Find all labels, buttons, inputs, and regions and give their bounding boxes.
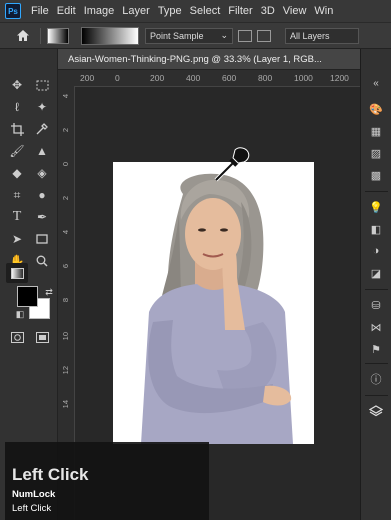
menu-layer[interactable]: Layer (118, 5, 154, 17)
info-icon[interactable]: ⓘ (368, 371, 384, 387)
color-palette-icon[interactable]: 🎨 (368, 101, 384, 117)
menu-file[interactable]: File (27, 5, 53, 17)
screen-mode-icon[interactable] (31, 327, 53, 347)
document-canvas[interactable] (113, 162, 314, 444)
layers-mode-value: All Layers (290, 30, 330, 41)
ruler-label: 2 (61, 128, 70, 133)
photoshop-logo: Ps (5, 3, 21, 19)
paint-bucket-icon[interactable]: ◈ (31, 163, 53, 183)
ruler-label: 12 (61, 366, 70, 375)
ruler-label: 200 (150, 73, 165, 83)
rectangle-tool-icon[interactable] (31, 229, 53, 249)
ruler-label: 200 (80, 73, 95, 83)
options-bar: Point Sample ⌄ All Layers (0, 22, 391, 49)
ruler-label: 0 (61, 162, 70, 167)
overlay-action: Left Click (12, 503, 52, 514)
crop-icon[interactable]: ⌗ (6, 185, 28, 205)
menu-window[interactable]: Win (310, 5, 337, 17)
quick-mask-icon[interactable] (6, 327, 28, 347)
keypress-overlay: Left Click NumLock Left Click (5, 442, 209, 520)
lasso-tool-icon[interactable]: ℓ (6, 97, 28, 117)
sample-mode-value: Point Sample (150, 30, 204, 41)
panels-dock: « 🎨 ▦ ▨ ▩ 💡 ◧ ◑ ◪ ⛁ ⋈ ⚑ ⓘ (360, 49, 391, 520)
panel-divider (365, 395, 388, 396)
home-button[interactable] (12, 26, 34, 46)
move-tool-icon[interactable]: ✥ (6, 75, 28, 95)
eyedropper-cursor-icon (214, 147, 250, 182)
crop-tool-icon[interactable] (6, 119, 28, 139)
dither-toggle[interactable] (257, 29, 271, 42)
marquee-tool-icon[interactable] (31, 75, 53, 95)
document-title: Asian-Women-Thinking-PNG.png @ 33.3% (La… (68, 53, 322, 65)
menu-image[interactable]: Image (80, 5, 119, 17)
libraries-icon[interactable]: ◧ (368, 221, 384, 237)
reverse-toggle[interactable] (238, 29, 252, 42)
overlay-title: Left Click (12, 465, 89, 484)
brush-tool-icon[interactable]: 🖌 (6, 141, 28, 161)
home-icon (17, 30, 29, 41)
default-colors-icon[interactable]: ◧ (9, 304, 31, 324)
ruler-label: 1000 (294, 73, 313, 83)
swap-colors-icon[interactable]: ⇄ (38, 282, 60, 302)
foreground-color-swatch[interactable] (17, 286, 38, 307)
panel-divider (365, 191, 388, 192)
menu-view[interactable]: View (279, 5, 311, 17)
type-tool-icon[interactable]: T (6, 207, 28, 227)
woman-photo (141, 173, 293, 444)
ruler-label: 2 (61, 196, 70, 201)
layers-icon[interactable] (368, 403, 384, 419)
menu-bar: Ps File Edit Image Layer Type Select Fil… (0, 0, 391, 22)
gradient-preview[interactable] (81, 26, 139, 45)
pen-tool-icon[interactable]: ✒ (31, 207, 53, 227)
menu-type[interactable]: Type (154, 5, 186, 17)
eyedropper-tool-icon[interactable] (31, 119, 53, 139)
ruler-label: 4 (61, 94, 70, 99)
dodge-tool-icon[interactable]: ● (31, 185, 53, 205)
gradient-tool-icon[interactable] (6, 263, 28, 283)
tool-preset-picker[interactable] (47, 27, 69, 44)
panel-divider (365, 363, 388, 364)
menu-3d[interactable]: 3D (257, 5, 279, 17)
options-divider (40, 27, 41, 44)
paths-icon[interactable]: ⋈ (368, 319, 384, 335)
patterns-icon[interactable]: ▩ (368, 167, 384, 183)
ruler-label: 10 (61, 332, 70, 341)
sample-mode-dropdown[interactable]: Point Sample ⌄ (145, 27, 233, 44)
zoom-tool-icon[interactable] (31, 251, 53, 271)
gradients-icon[interactable]: ▨ (368, 145, 384, 161)
ruler-label: 8 (61, 298, 70, 303)
overlay-key: NumLock (12, 489, 56, 500)
chevron-down-icon: ⌄ (220, 30, 228, 40)
menu-select[interactable]: Select (186, 5, 225, 17)
brush-settings-icon[interactable]: ⚑ (368, 341, 384, 357)
ruler-label: 600 (222, 73, 237, 83)
panel-divider (365, 289, 388, 290)
ruler-label: 800 (258, 73, 273, 83)
lightbulb-icon[interactable]: 💡 (368, 199, 384, 215)
adjustments-icon[interactable]: ◑ (368, 243, 384, 259)
horizontal-ruler: 200 0 200 400 600 800 1000 1200 (58, 70, 360, 87)
ruler-label: 1200 (330, 73, 349, 83)
document-tab[interactable]: Asian-Women-Thinking-PNG.png @ 33.3% (La… (58, 49, 360, 70)
ruler-label: 400 (186, 73, 201, 83)
layers-mode-dropdown[interactable]: All Layers (285, 27, 359, 44)
swatches-grid-icon[interactable]: ▦ (368, 123, 384, 139)
path-selection-icon[interactable]: ➤ (6, 229, 28, 249)
collapse-panels-icon[interactable]: « (368, 75, 384, 91)
ruler-label: 4 (61, 230, 70, 235)
menu-edit[interactable]: Edit (53, 5, 80, 17)
channels-icon[interactable]: ⛁ (368, 297, 384, 313)
ruler-label: 0 (115, 73, 120, 83)
clone-stamp-icon[interactable]: ▲ (31, 141, 53, 161)
eraser-tool-icon[interactable]: ◆ (6, 163, 28, 183)
magic-wand-icon[interactable]: ✦ (31, 97, 53, 117)
styles-icon[interactable]: ◪ (368, 265, 384, 281)
menu-filter[interactable]: Filter (224, 5, 256, 17)
ruler-label: 6 (61, 264, 70, 269)
ruler-label: 14 (61, 400, 70, 409)
